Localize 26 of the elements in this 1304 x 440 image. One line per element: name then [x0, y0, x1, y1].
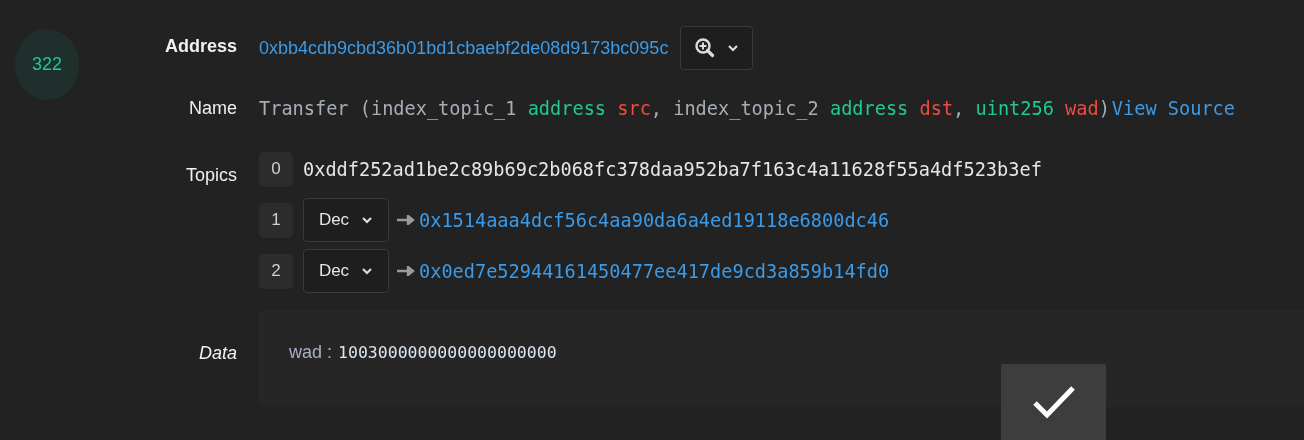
format-dropdown[interactable]: Dec: [303, 249, 389, 293]
data-key: wad :: [289, 342, 333, 363]
caret-icon: [361, 267, 374, 275]
topic-address-link[interactable]: 0x1514aaa4dcf56c4aa90da6a4ed19118e6800dc46: [419, 209, 890, 231]
arrow-right-icon: [397, 266, 415, 276]
log-index-badge: 322: [15, 29, 79, 100]
topics-label: Topics: [185, 165, 237, 186]
address-link[interactable]: 0xbb4cdb9cbd36b01bd1cbaebf2de08d9173bc095c: [259, 37, 669, 59]
confirm-button[interactable]: [1001, 364, 1106, 440]
arrow-right-icon: [397, 215, 415, 225]
caret-icon: [361, 216, 374, 224]
event-signature: Transfer (index_topic_1 address src, index_topic_2 address dst, uint256 wad): [259, 97, 1110, 119]
topic-address-link[interactable]: 0x0ed7e52944161450477ee417de9cd3a859b14fd0: [419, 260, 890, 282]
caret-icon: [726, 44, 739, 52]
name-label: Name: [189, 98, 237, 119]
topic-index: 1: [259, 202, 293, 238]
data-label: Data: [198, 343, 237, 364]
data-value: 1003000000000000000000: [338, 343, 557, 362]
zoom-in-icon: [694, 38, 717, 58]
zoom-dropdown-button[interactable]: [680, 26, 754, 70]
format-dropdown[interactable]: Dec: [303, 198, 389, 242]
topic-index: 0: [259, 151, 293, 187]
topic-index: 2: [259, 253, 293, 289]
address-label: Address: [164, 36, 237, 57]
topic-hash: 0xddf252ad1be2c89b69c2b068fc378daa952ba7f163c4a11628f55a4df523b3ef: [303, 158, 1042, 180]
view-source-link[interactable]: View Source: [1111, 97, 1235, 119]
